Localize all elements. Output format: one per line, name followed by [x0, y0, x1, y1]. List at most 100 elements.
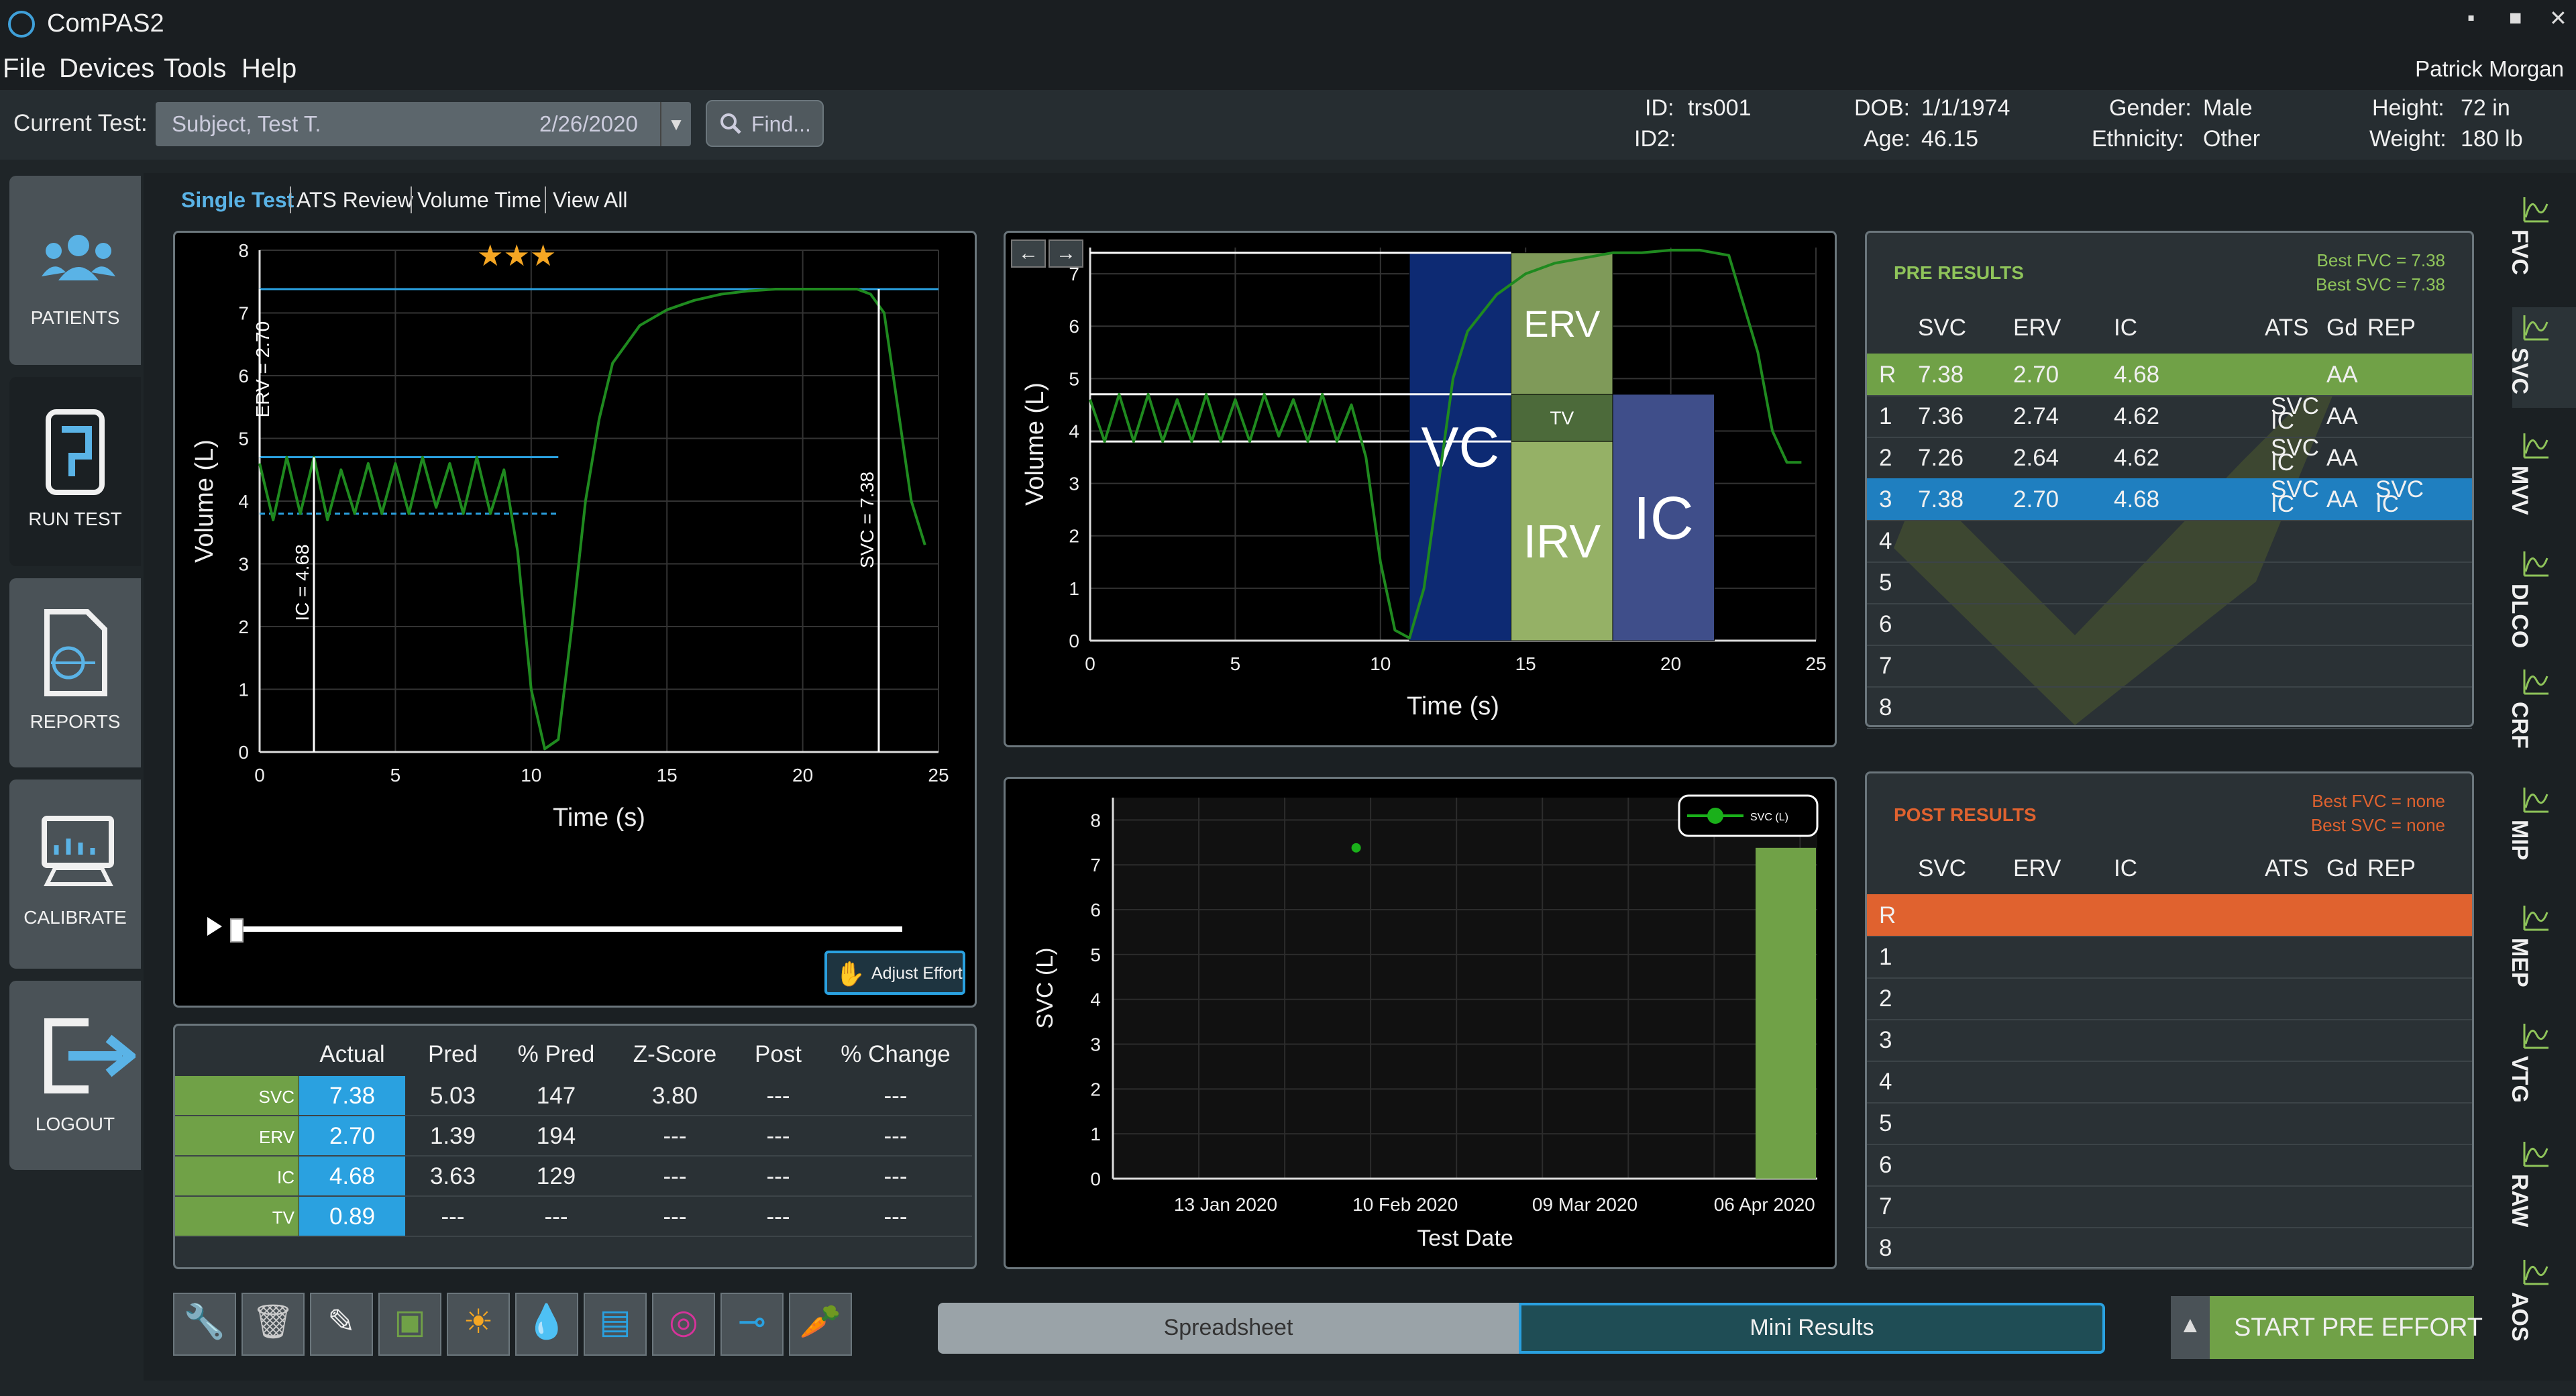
- playback-slider[interactable]: [231, 926, 902, 932]
- summary-header-1: Pred: [428, 1041, 478, 1067]
- spirogram-icon: [2523, 669, 2548, 695]
- monitor-chart-button[interactable]: ▤: [584, 1293, 647, 1356]
- edit-button[interactable]: ✎: [310, 1293, 373, 1356]
- expand-up-icon[interactable]: ▲: [2171, 1296, 2210, 1359]
- row-svc: 7.38: [1918, 362, 1964, 388]
- patient-card-button[interactable]: ▣: [378, 1293, 441, 1356]
- pre_results-row[interactable]: 8: [1867, 686, 2472, 729]
- app-logo-icon: [8, 11, 35, 38]
- volume-time-chart: 0 5 10 15 20 25 0 1 2 3 4 5 6 7 8 Time (s) Volume (L) IC …: [191, 240, 949, 832]
- post_results-row[interactable]: 6: [1867, 1144, 2472, 1187]
- tab-crf[interactable]: CRF: [2507, 661, 2576, 762]
- x-tick-label: 10 Feb 2020: [1352, 1194, 1458, 1215]
- view-ats-review[interactable]: ATS Review: [297, 188, 413, 213]
- tab-mvv[interactable]: MVV: [2507, 425, 2576, 526]
- row-ic: 4.62: [2114, 403, 2160, 429]
- test-type-tabs: FVC SVC MVV DLCO CRF MIP MEP VTG RAW AOS: [2507, 173, 2576, 1381]
- post_results-row[interactable]: 2: [1867, 977, 2472, 1020]
- arrow-left-icon[interactable]: ←: [1011, 239, 1046, 268]
- pre_results-row[interactable]: 5: [1867, 561, 2472, 604]
- x-tick-label: 09 Mar 2020: [1532, 1194, 1638, 1215]
- current-test-select[interactable]: Subject, Test T. 2/26/2020 ▼: [156, 102, 691, 146]
- x-axis-label: Time (s): [1407, 692, 1499, 720]
- pre_results-header-2: IC: [2114, 315, 2137, 341]
- region-label-vc: VC: [1421, 415, 1499, 478]
- row-erv: 2.70: [2013, 486, 2059, 513]
- post_results-header-2: IC: [2114, 855, 2137, 881]
- y-tick-label: 3: [1090, 1034, 1101, 1055]
- carrot-button[interactable]: 🥕: [789, 1293, 852, 1356]
- menu-help[interactable]: Help: [241, 54, 297, 84]
- chevron-down-icon[interactable]: ▼: [660, 102, 691, 146]
- playback-handle[interactable]: [230, 918, 244, 943]
- post_results-header-5: REP: [2367, 855, 2416, 881]
- target-button[interactable]: ◎: [652, 1293, 715, 1356]
- tab-aos[interactable]: AOS: [2507, 1252, 2576, 1352]
- summary-cell: ---: [663, 1123, 687, 1149]
- tab-fvc[interactable]: FVC: [2507, 189, 2576, 290]
- post_results-row[interactable]: 1: [1867, 936, 2472, 979]
- close-button[interactable]: ✕: [2549, 5, 2567, 31]
- nav-run-test[interactable]: RUN TEST: [9, 377, 141, 566]
- pre_results-row[interactable]: 2 7.26 2.64 4.62 AA SVC IC: [1867, 436, 2472, 480]
- wrench-button[interactable]: 🔧: [173, 1293, 236, 1356]
- post_results-row[interactable]: 7: [1867, 1185, 2472, 1228]
- view-single-test[interactable]: Single Test: [181, 188, 294, 213]
- weather-button[interactable]: ☀: [447, 1293, 510, 1356]
- find-button[interactable]: Find...: [706, 100, 824, 147]
- y-tick-label: 3: [238, 554, 249, 575]
- run-test-icon: [46, 409, 105, 495]
- pre_results-row[interactable]: 1 7.36 2.74 4.62 AA SVC IC: [1867, 394, 2472, 438]
- summary-cell: ---: [663, 1203, 687, 1230]
- tab-mep[interactable]: MEP: [2507, 898, 2576, 998]
- menu-devices[interactable]: Devices: [59, 54, 154, 84]
- dob-label: DOB:: [1854, 95, 1911, 121]
- tab-vtg[interactable]: VTG: [2507, 1016, 2576, 1116]
- pre_results-row[interactable]: 6: [1867, 603, 2472, 646]
- row-svc: 7.38: [1918, 486, 1964, 513]
- pre_results-row[interactable]: 3 7.38 2.70 4.68 AA SVC IC SVC IC: [1867, 478, 2472, 521]
- blood-drop-button[interactable]: 💧: [515, 1293, 578, 1356]
- row-gd: AA: [2326, 362, 2358, 388]
- minimize-button[interactable]: ▪: [2467, 5, 2475, 30]
- x-tick-label: 13 Jan 2020: [1174, 1194, 1277, 1215]
- post_results-row[interactable]: 5: [1867, 1102, 2472, 1145]
- row-id: R: [1879, 362, 1896, 388]
- menu-file[interactable]: File: [3, 54, 46, 84]
- lung-volumes-panel: 0 5 10 15 20 25 0 1 2 3 4 5 6 7 Time (s) Volume (L) VC ER…: [1004, 231, 1837, 747]
- pre_results-row[interactable]: 4: [1867, 520, 2472, 563]
- menu-tools[interactable]: Tools: [164, 54, 226, 84]
- nav-calibrate[interactable]: CALIBRATE: [9, 780, 141, 969]
- nav-patients[interactable]: PATIENTS: [9, 176, 141, 365]
- pre_results-row[interactable]: R 7.38 2.70 4.68 AA: [1867, 354, 2472, 396]
- post_results-row[interactable]: 3: [1867, 1019, 2472, 1062]
- user-name[interactable]: Patrick Morgan: [2415, 56, 2564, 82]
- post_results-row[interactable]: 4: [1867, 1061, 2472, 1104]
- tab-dlco[interactable]: DLCO: [2507, 543, 2576, 648]
- summary-cell: ---: [883, 1083, 908, 1109]
- start-pre-effort-button[interactable]: START PRE EFFORT: [2171, 1296, 2483, 1359]
- view-view-all[interactable]: View All: [553, 188, 627, 213]
- nav-reports[interactable]: REPORTS: [9, 578, 141, 767]
- play-icon[interactable]: [207, 917, 222, 936]
- spreadsheet-tab[interactable]: Spreadsheet: [938, 1303, 1519, 1354]
- pre_results-row[interactable]: 7: [1867, 645, 2472, 688]
- summary-cell: 1.39: [429, 1123, 476, 1149]
- spirogram-icon: [2523, 1024, 2548, 1049]
- post_results-row[interactable]: 8: [1867, 1227, 2472, 1270]
- view-volume-time[interactable]: Volume Time: [417, 188, 541, 213]
- post_results-header-4: Gd: [2326, 855, 2358, 881]
- post_results-row[interactable]: R: [1867, 894, 2472, 937]
- arrow-right-icon[interactable]: →: [1049, 239, 1083, 268]
- trash-button[interactable]: 🗑: [241, 1293, 305, 1356]
- maximize-button[interactable]: ■: [2509, 5, 2522, 30]
- mini-results-tab[interactable]: Mini Results: [1519, 1303, 2105, 1354]
- nav-patients-label: PATIENTS: [30, 307, 120, 328]
- tab-mip[interactable]: MIP: [2507, 780, 2576, 880]
- y-tick-label: 1: [1069, 578, 1079, 599]
- tab-raw[interactable]: RAW: [2507, 1134, 2576, 1234]
- adjust-effort-button[interactable]: ✋ Adjust Effort: [824, 951, 965, 995]
- syringe-button[interactable]: ⊸: [720, 1293, 784, 1356]
- nav-logout[interactable]: LOGOUT: [9, 981, 141, 1170]
- tab-svc[interactable]: SVC: [2507, 307, 2576, 408]
